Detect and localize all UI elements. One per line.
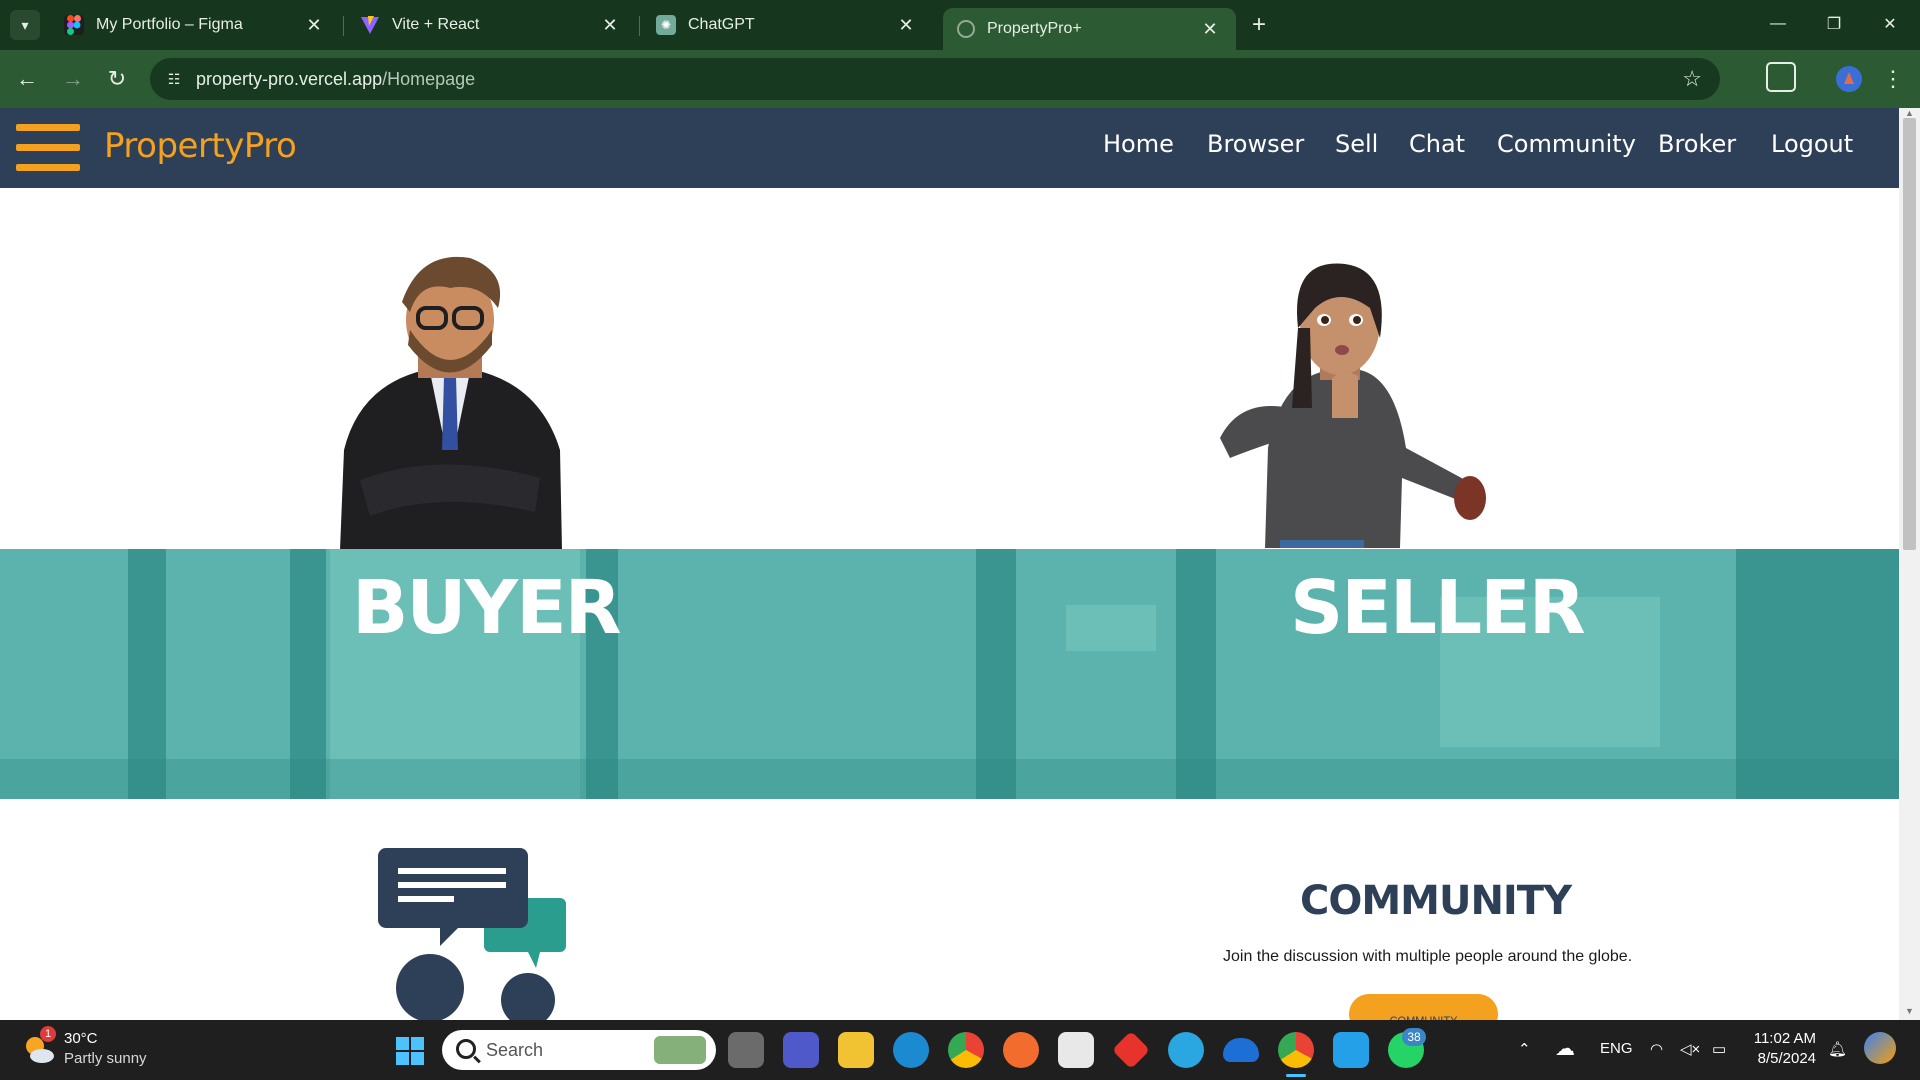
tab-vite[interactable]: Vite + React ✕ (346, 8, 636, 42)
minimize-button[interactable]: — (1756, 8, 1800, 40)
tab-title: My Portfolio – Figma (96, 16, 243, 33)
site-info-icon[interactable]: ☷ (164, 69, 184, 89)
clock-time[interactable]: 11:02 AM (1752, 1030, 1816, 1047)
search-icon (456, 1039, 476, 1059)
file-explorer-icon[interactable] (838, 1032, 874, 1068)
scroll-thumb[interactable] (1903, 118, 1916, 550)
search-placeholder: Search (486, 1039, 544, 1060)
taskbar-search-box[interactable]: Search (442, 1030, 716, 1070)
url-host: property-pro.vercel.app (196, 68, 383, 89)
nav-sell[interactable]: Sell (1335, 130, 1378, 158)
chat-bubbles-icon (378, 848, 566, 1020)
battery-icon[interactable]: ▭ (1712, 1040, 1726, 1058)
anydesk-icon[interactable] (1111, 1030, 1151, 1070)
firefox-icon[interactable] (1003, 1032, 1039, 1068)
wifi-icon[interactable]: ◠ (1650, 1040, 1663, 1058)
new-tab-button[interactable]: + (1244, 10, 1274, 40)
search-highlight-image (654, 1036, 706, 1064)
task-view-icon[interactable] (728, 1032, 764, 1068)
chatgpt-icon: ✺ (656, 15, 676, 35)
back-icon[interactable]: ← (10, 62, 44, 96)
buyer-character-image[interactable] (330, 250, 570, 550)
forward-icon[interactable]: → (56, 62, 90, 96)
hero-band: BUYER SELLER (0, 549, 1899, 799)
nav-broker[interactable]: Broker (1658, 130, 1736, 158)
edge-icon[interactable] (893, 1032, 929, 1068)
restore-button[interactable]: ❐ (1812, 8, 1856, 40)
close-icon[interactable]: ✕ (302, 15, 326, 36)
lamp-shade (1066, 605, 1156, 651)
seller-heading[interactable]: SELLER (1290, 565, 1586, 651)
nav-browser[interactable]: Browser (1207, 130, 1304, 158)
profile-avatar[interactable] (1836, 66, 1862, 92)
close-icon[interactable]: ✕ (894, 15, 918, 36)
vscode-icon[interactable] (1333, 1032, 1369, 1068)
clock-date[interactable]: 8/5/2024 (1752, 1050, 1816, 1067)
site-header: PropertyPro Home Browser Sell Chat Commu… (0, 108, 1899, 188)
nav-chat[interactable]: Chat (1409, 130, 1465, 158)
scroll-down-icon[interactable]: ▼ (1899, 1006, 1920, 1020)
vite-icon (360, 15, 380, 35)
onedrive-icon[interactable] (1223, 1038, 1259, 1062)
chrome-profile-icon[interactable] (1278, 1032, 1314, 1068)
weather-temperature[interactable]: 30°C (64, 1030, 98, 1047)
page-viewport: PropertyPro Home Browser Sell Chat Commu… (0, 108, 1920, 1020)
tab-search-button[interactable]: ▾ (10, 10, 40, 40)
whatsapp-badge: 38 (1402, 1028, 1426, 1046)
tab-figma[interactable]: My Portfolio – Figma ✕ (50, 8, 340, 42)
tab-divider (639, 16, 640, 36)
community-button[interactable]: COMMUNITY (1349, 994, 1498, 1020)
windows-start-icon[interactable] (396, 1037, 424, 1065)
url-path: /Homepage (382, 68, 476, 89)
globe-icon (957, 20, 975, 38)
tab-strip: ▾ My Portfolio – Figma ✕ Vite + React ✕ … (0, 0, 1920, 50)
chevron-up-icon[interactable]: ⌃ (1518, 1040, 1531, 1058)
mute-icon[interactable]: ◁× (1680, 1040, 1700, 1058)
weather-description[interactable]: Partly sunny (64, 1050, 147, 1067)
figma-icon (64, 15, 84, 35)
quick-assist-icon[interactable] (1168, 1032, 1204, 1068)
nav-community[interactable]: Community (1497, 130, 1636, 158)
hamburger-menu-icon[interactable] (16, 124, 80, 172)
page-scrollbar[interactable]: ▲ ▼ (1899, 108, 1920, 1020)
seller-character-image[interactable] (1220, 258, 1520, 548)
windows-taskbar: 1 30°C Partly sunny Search 38 ⌃ ☁ ENG ◠ … (0, 1020, 1920, 1080)
teams-icon[interactable] (783, 1032, 819, 1068)
tab-title: Vite + React (392, 16, 480, 33)
tab-title: PropertyPro+ (987, 20, 1082, 37)
chrome-icon[interactable] (948, 1032, 984, 1068)
community-heading: COMMUNITY (1300, 878, 1572, 924)
nav-logout[interactable]: Logout (1771, 130, 1853, 158)
nav-home[interactable]: Home (1103, 130, 1174, 158)
tab-title: ChatGPT (688, 16, 755, 33)
copilot-icon[interactable] (1864, 1032, 1896, 1064)
browser-toolbar: ← → ↻ ☷ property-pro.vercel.app/Homepage… (0, 50, 1920, 108)
notification-bell-icon[interactable]: 🔔︎ (1828, 1040, 1847, 1058)
tab-chatgpt[interactable]: ✺ ChatGPT ✕ (642, 8, 932, 42)
cloud-icon[interactable]: ☁ (1555, 1036, 1575, 1061)
bookmark-star-icon[interactable]: ☆ (1682, 66, 1702, 92)
address-bar[interactable]: ☷ property-pro.vercel.app/Homepage ☆ (150, 58, 1720, 100)
active-app-indicator (1286, 1074, 1306, 1077)
reload-icon[interactable]: ↻ (100, 62, 134, 96)
close-icon[interactable]: ✕ (1198, 19, 1222, 40)
browser-menu-icon[interactable]: ⋮ (1882, 62, 1904, 96)
tab-divider (343, 16, 344, 36)
close-icon[interactable]: ✕ (598, 15, 622, 36)
close-window-button[interactable]: ✕ (1868, 8, 1912, 40)
language-indicator[interactable]: ENG (1600, 1040, 1633, 1057)
buyer-heading[interactable]: BUYER (352, 565, 622, 651)
extensions-icon[interactable] (1766, 62, 1796, 92)
band-floor (0, 759, 1899, 799)
community-description: Join the discussion with multiple people… (1223, 948, 1633, 965)
microsoft-store-icon[interactable] (1058, 1032, 1094, 1068)
site-logo[interactable]: PropertyPro (104, 126, 297, 166)
tab-propertypro[interactable]: PropertyPro+ ✕ (943, 8, 1236, 50)
weather-badge: 1 (40, 1026, 56, 1042)
